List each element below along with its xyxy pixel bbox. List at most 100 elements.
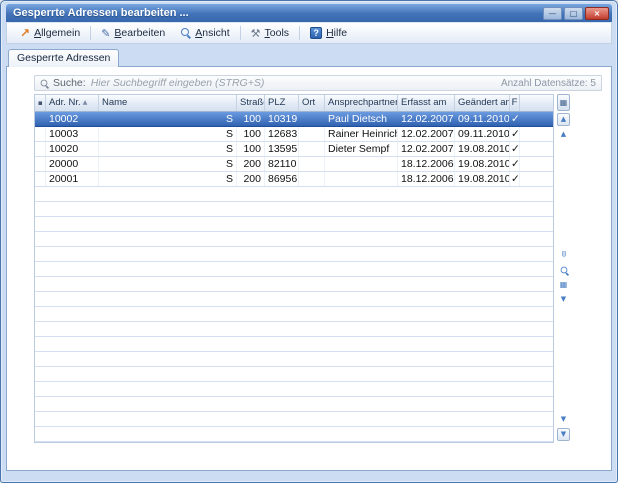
cell-strasse: 100 <box>237 112 265 126</box>
nav-down-button[interactable]: ▼ <box>557 413 570 426</box>
empty-row <box>35 262 553 277</box>
cell-erfasst-am: 12.02.2007 <box>398 127 455 141</box>
empty-row <box>35 427 553 442</box>
grid-scrollbar-rail: ▦ ▲ ▲ (|) ▦ <box>556 94 571 443</box>
filter-button[interactable]: ▼ <box>557 293 570 306</box>
column-header-ort[interactable]: Ort <box>299 95 325 111</box>
cell-adr-nr: 20001 <box>46 172 99 186</box>
row-marker-cell <box>35 142 46 156</box>
cell-ort <box>299 172 325 186</box>
data-grid: ▪ Adr. Nr.▲ Name Straße PLZ Ort Ansprech… <box>34 94 554 443</box>
cell-adr-nr: 10002 <box>46 112 99 126</box>
menu-item-bearbeiten[interactable]: ✎ Bearbeiten <box>93 23 173 43</box>
column-header-name[interactable]: Name <box>99 95 237 111</box>
cell-ansprechpartner <box>325 157 398 171</box>
tab-gesperrte-adressen[interactable]: Gesperrte Adressen <box>8 49 119 67</box>
column-header-label: Adr. Nr. <box>49 97 81 108</box>
column-header-strasse[interactable]: Straße <box>237 95 265 111</box>
marker-icon: ▪ <box>38 99 43 107</box>
grid-icon: ▦ <box>560 281 568 288</box>
column-header-geaendert-am[interactable]: Geändert am <box>455 95 510 111</box>
menu-item-ansicht[interactable]: Ansicht <box>173 23 237 43</box>
cell-strasse: 100 <box>237 142 265 156</box>
marker-column-header[interactable]: ▪ <box>35 95 46 111</box>
cell-name: S <box>99 157 237 171</box>
menu-label: Hilfe <box>326 27 347 39</box>
magnifier-icon <box>560 266 567 273</box>
row-marker-cell <box>35 112 46 126</box>
column-chooser-icon: ▦ <box>560 99 568 107</box>
cell-geaendert-am: 19.08.2010 <box>455 172 510 186</box>
empty-row <box>35 187 553 202</box>
column-header-erfasst-am[interactable]: Erfasst am <box>398 95 455 111</box>
arrow-up-right-icon: ↗ <box>20 27 30 39</box>
cell-filler <box>520 127 553 141</box>
cell-ansprechpartner: Rainer Heinrich <box>325 127 398 141</box>
empty-row <box>35 232 553 247</box>
blocked-check-icon: ✓ <box>510 127 520 141</box>
blocked-check-icon: ✓ <box>510 172 520 186</box>
empty-row <box>35 247 553 262</box>
nav-down-icon: ▼ <box>561 416 566 423</box>
titlebar[interactable]: Gesperrte Adressen bearbeiten ... — □ × <box>6 4 612 22</box>
search-input[interactable] <box>91 76 496 90</box>
cell-ansprechpartner <box>325 172 398 186</box>
tabstrip: Gesperrte Adressen <box>6 48 612 66</box>
window-title: Gesperrte Adressen bearbeiten ... <box>13 7 541 19</box>
cell-plz: 82110 <box>265 157 299 171</box>
blocked-check-icon: ✓ <box>510 142 520 156</box>
cell-filler <box>520 142 553 156</box>
minimize-button[interactable]: — <box>543 7 562 20</box>
empty-row <box>35 337 553 352</box>
row-marker-cell <box>35 127 46 141</box>
scroll-down-icon: ▼ <box>561 431 566 438</box>
row-marker-cell <box>35 157 46 171</box>
cell-plz: 86956 <box>265 172 299 186</box>
cell-erfasst-am: 18.12.2006 <box>398 157 455 171</box>
grid-layout-button[interactable]: ▦ <box>557 278 570 291</box>
record-count-label: Anzahl Datensätze: 5 <box>501 78 596 89</box>
nav-up-button[interactable]: ▲ <box>557 128 570 141</box>
menu-item-allgemein[interactable]: ↗ Allgemein <box>12 23 88 43</box>
empty-row <box>35 367 553 382</box>
cell-plz: 13595 <box>265 142 299 156</box>
blocked-check-icon: ✓ <box>510 157 520 171</box>
table-row[interactable]: 20001 S 200 86956 18.12.2006 19.08.2010 … <box>35 172 553 187</box>
column-header-adr-nr[interactable]: Adr. Nr.▲ <box>46 95 99 111</box>
cell-geaendert-am: 09.11.2010 <box>455 127 510 141</box>
table-row[interactable]: 10003 S 100 12683 Rainer Heinrich 12.02.… <box>35 127 553 142</box>
menu-separator <box>299 26 300 40</box>
menu-separator <box>90 26 91 40</box>
app-window: Gesperrte Adressen bearbeiten ... — □ × … <box>0 0 618 483</box>
column-header-plz[interactable]: PLZ <box>265 95 299 111</box>
column-chooser-button[interactable]: ▦ <box>557 94 570 111</box>
table-row[interactable]: 10020 S 100 13595 Dieter Sempf 12.02.200… <box>35 142 553 157</box>
column-header-ansprechpartner[interactable]: Ansprechpartner <box>325 95 398 111</box>
table-row[interactable]: 20000 S 200 82110 18.12.2006 19.08.2010 … <box>35 157 553 172</box>
cell-filler <box>520 157 553 171</box>
cell-filler <box>520 112 553 126</box>
scroll-up-icon: ▲ <box>561 116 566 123</box>
cell-strasse: 100 <box>237 127 265 141</box>
tools-icon: ⚒ <box>251 28 261 39</box>
cell-adr-nr: 20000 <box>46 157 99 171</box>
scroll-up-button[interactable]: ▲ <box>557 113 570 126</box>
maximize-button[interactable]: □ <box>564 7 583 20</box>
column-header-f[interactable]: F <box>510 95 520 111</box>
blocked-check-icon: ✓ <box>510 112 520 126</box>
menu-label: Ansicht <box>195 27 229 39</box>
cell-ort <box>299 127 325 141</box>
help-icon: ? <box>310 27 322 39</box>
menu-item-tools[interactable]: ⚒ Tools <box>243 23 297 43</box>
table-row[interactable]: 10002 S 100 10319 Paul Dietsch 12.02.200… <box>35 112 553 127</box>
menubar: ↗ Allgemein ✎ Bearbeiten Ansicht ⚒ Tools… <box>6 22 612 44</box>
goto-record-icon: (|) <box>561 251 565 258</box>
scroll-down-button[interactable]: ▼ <box>557 428 570 441</box>
empty-row <box>35 217 553 232</box>
close-button[interactable]: × <box>585 7 609 20</box>
search-label: Suche: <box>53 77 86 89</box>
menu-item-hilfe[interactable]: ? Hilfe <box>302 23 355 43</box>
grid-search-button[interactable] <box>557 263 570 276</box>
cell-ort <box>299 112 325 126</box>
goto-record-button[interactable]: (|) <box>557 248 570 261</box>
